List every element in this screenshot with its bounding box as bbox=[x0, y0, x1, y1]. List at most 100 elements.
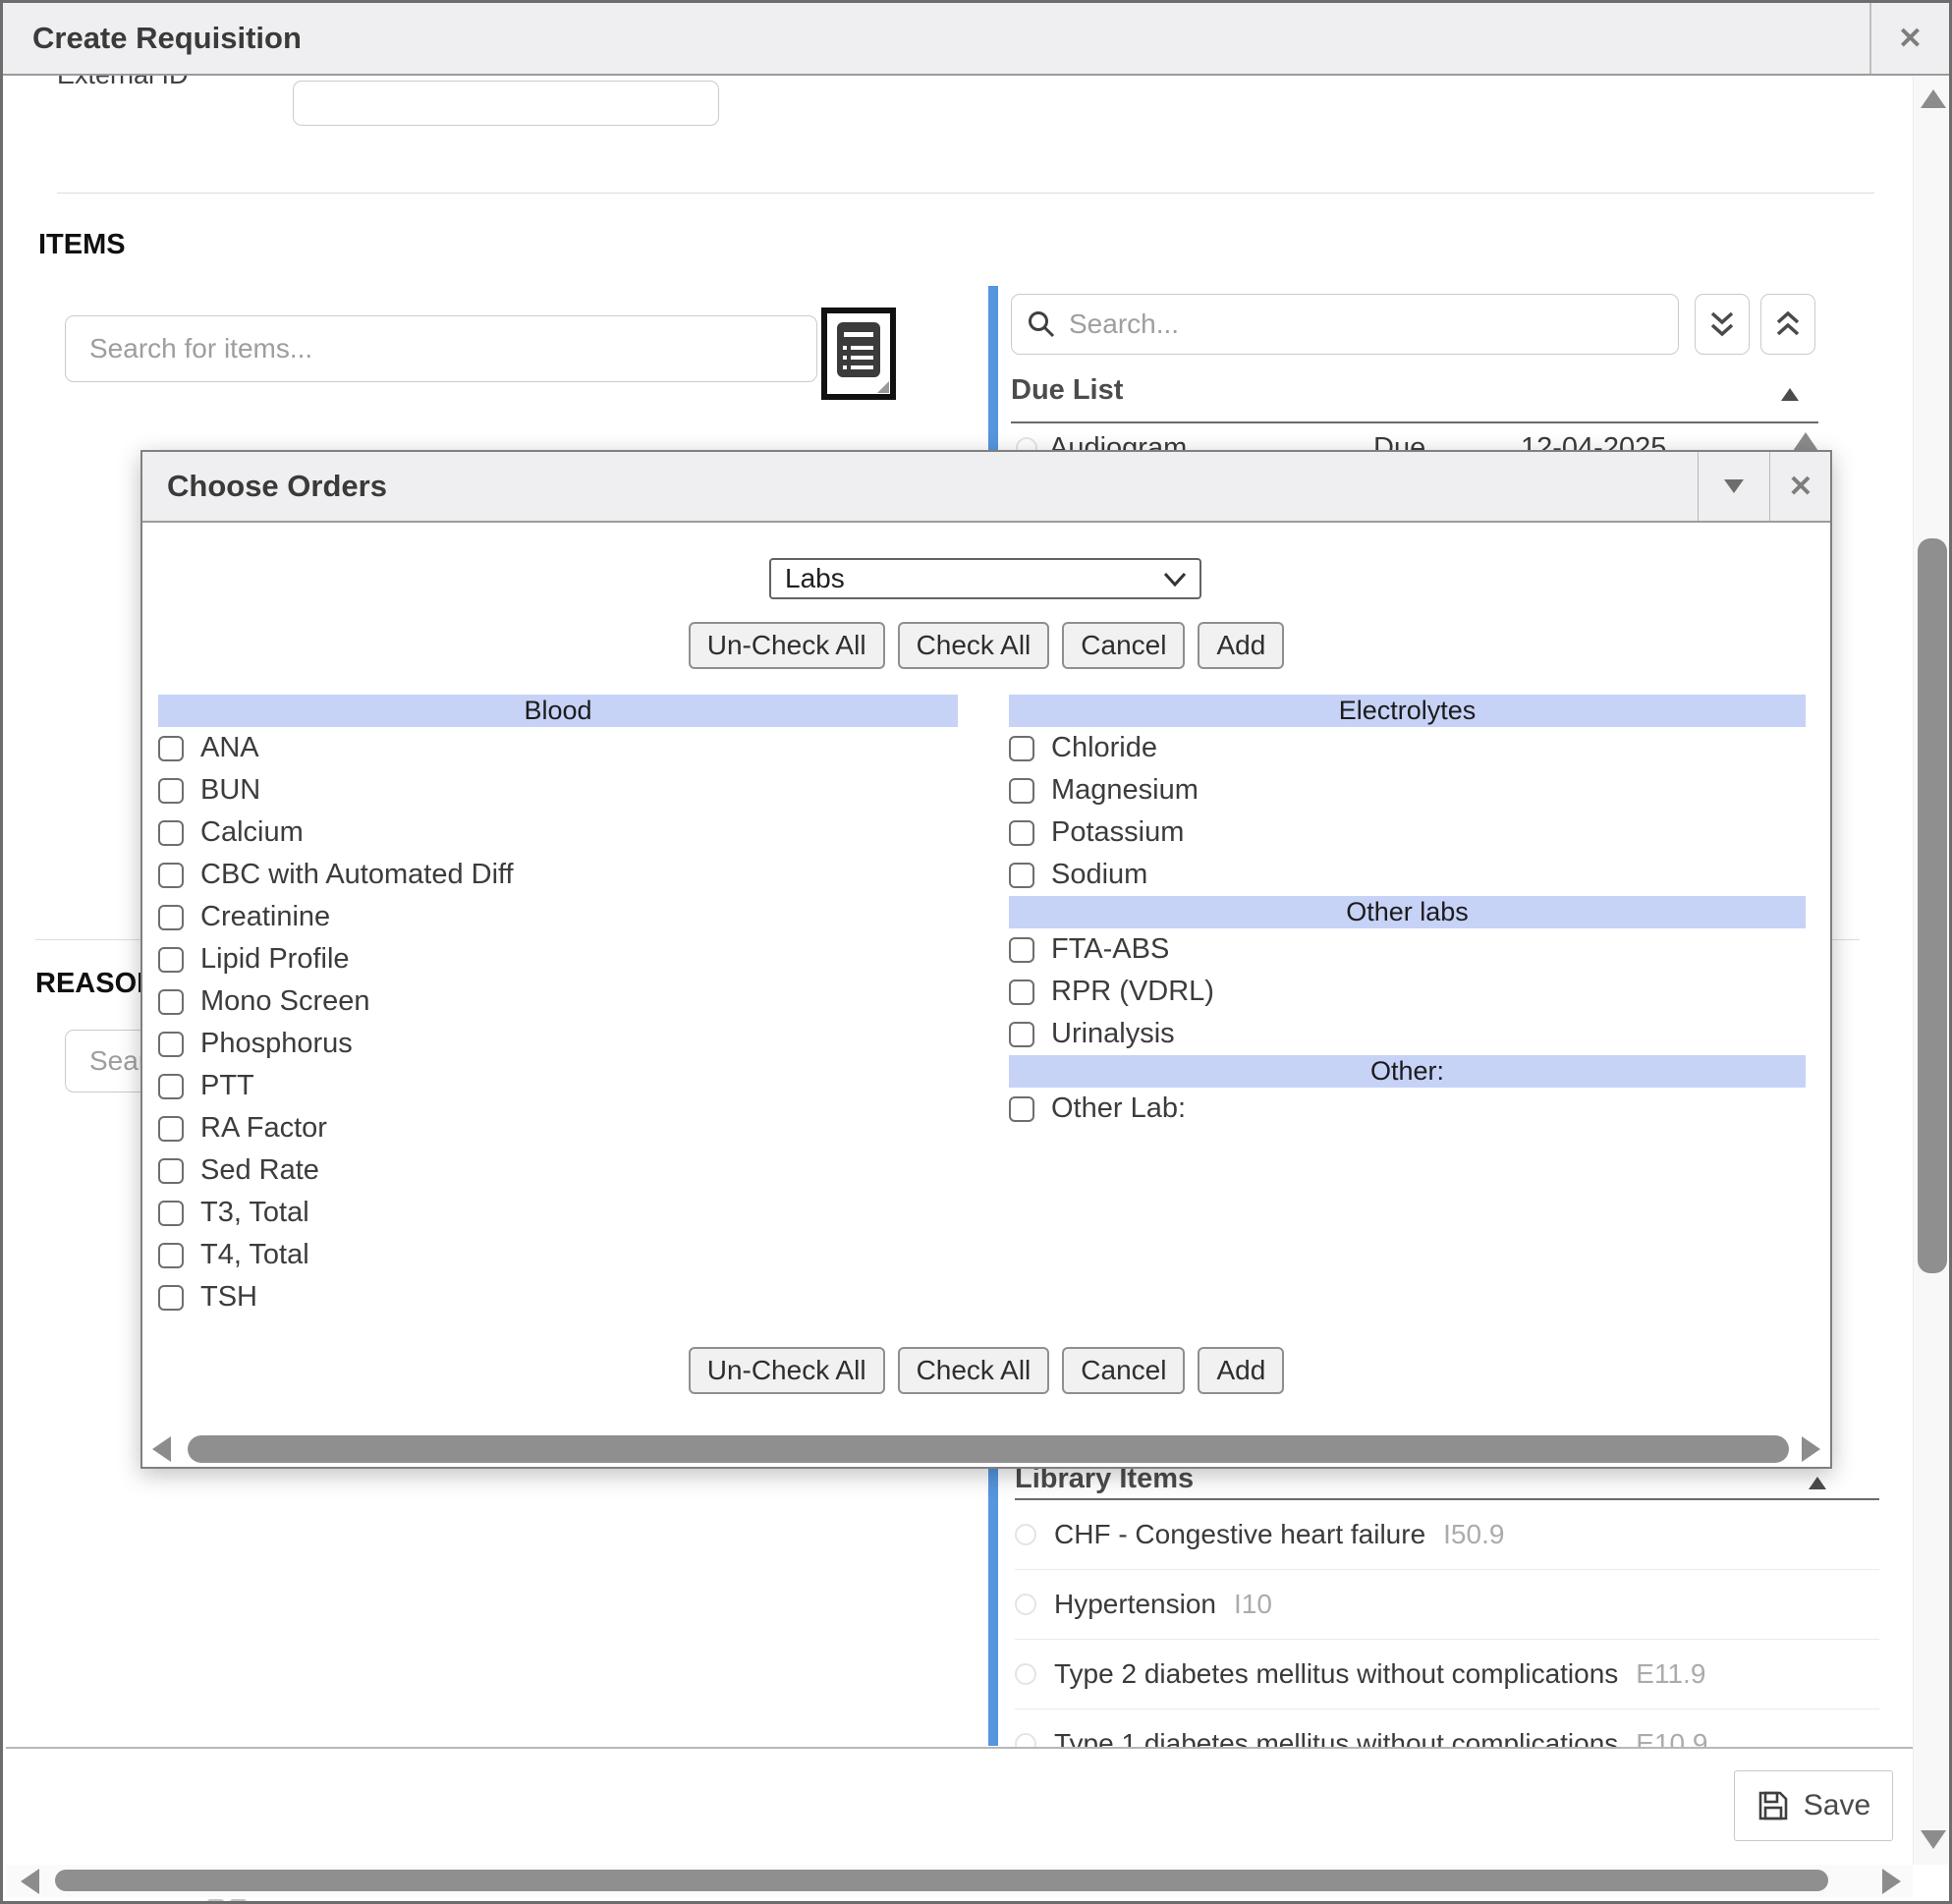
window-close-button[interactable]: ✕ bbox=[1869, 3, 1949, 74]
lab-checkbox-row-calcium[interactable]: Calcium bbox=[158, 812, 958, 854]
main-horizontal-scrollbar[interactable] bbox=[6, 1865, 1913, 1897]
lab-checkbox-row-cbc-with-automated-diff[interactable]: CBC with Automated Diff bbox=[158, 854, 958, 896]
lab-checkbox-row-sodium[interactable]: Sodium bbox=[1009, 854, 1806, 896]
checkbox[interactable] bbox=[158, 1201, 184, 1226]
checkbox[interactable] bbox=[158, 947, 184, 973]
checkbox[interactable] bbox=[158, 736, 184, 761]
checkbox-label: BUN bbox=[200, 774, 260, 807]
items-search-input[interactable] bbox=[65, 315, 817, 382]
checkbox[interactable] bbox=[158, 905, 184, 930]
modal-cancel-button[interactable]: Cancel bbox=[1062, 622, 1185, 669]
lab-checkbox-row-bun[interactable]: BUN bbox=[158, 769, 958, 812]
lab-checkbox-row-rpr-vdrl[interactable]: RPR (VDRL) bbox=[1009, 971, 1806, 1013]
lab-checkbox-row-ptt[interactable]: PTT bbox=[158, 1065, 958, 1107]
section-divider bbox=[57, 193, 1874, 194]
choose-orders-list-button[interactable] bbox=[821, 308, 896, 400]
checkbox[interactable] bbox=[158, 863, 184, 888]
checkbox[interactable] bbox=[158, 989, 184, 1015]
lab-checkbox-row-lipid-profile[interactable]: Lipid Profile bbox=[158, 938, 958, 980]
checkbox[interactable] bbox=[158, 778, 184, 804]
checkbox-label: PTT bbox=[200, 1070, 254, 1102]
modal-cancel-button[interactable]: Cancel bbox=[1062, 1347, 1185, 1394]
lab-checkbox-row-urinalysis[interactable]: Urinalysis bbox=[1009, 1013, 1806, 1055]
library-item-radio[interactable] bbox=[1015, 1524, 1036, 1545]
library-item-row[interactable]: CHF - Congestive heart failureI50.9 bbox=[1015, 1500, 1879, 1570]
clipped-checkbox bbox=[230, 1899, 247, 1904]
due-list-scroll-up-icon[interactable] bbox=[1793, 432, 1818, 451]
lab-checkbox-row-creatinine[interactable]: Creatinine bbox=[158, 896, 958, 938]
save-icon bbox=[1757, 1789, 1790, 1822]
modal-un-check-all-button[interactable]: Un-Check All bbox=[689, 622, 885, 669]
vertical-scroll-thumb[interactable] bbox=[1918, 538, 1947, 1273]
list-icon bbox=[837, 322, 880, 377]
modal-check-all-button[interactable]: Check All bbox=[898, 622, 1050, 669]
modal-add-button[interactable]: Add bbox=[1198, 622, 1284, 669]
checkbox[interactable] bbox=[158, 1032, 184, 1057]
modal-buttons-top: Un-Check All Check All Cancel Add bbox=[142, 622, 1830, 669]
checkbox[interactable] bbox=[158, 1116, 184, 1142]
modal-scroll-thumb[interactable] bbox=[188, 1435, 1789, 1463]
library-item-row[interactable]: HypertensionI10 bbox=[1015, 1570, 1879, 1640]
lab-checkbox-row-t3-total[interactable]: T3, Total bbox=[158, 1192, 958, 1234]
lab-checkbox-row-tsh[interactable]: TSH bbox=[158, 1276, 958, 1318]
lab-checkbox-row-other-lab[interactable]: Other Lab: bbox=[1009, 1088, 1806, 1130]
modal-horizontal-scrollbar[interactable] bbox=[146, 1432, 1826, 1466]
scroll-down-arrow[interactable] bbox=[1921, 1830, 1946, 1849]
external-id-field[interactable] bbox=[293, 81, 719, 126]
lab-checkbox-row-sed-rate[interactable]: Sed Rate bbox=[158, 1149, 958, 1192]
checkbox[interactable] bbox=[158, 820, 184, 846]
horizontal-scroll-thumb[interactable] bbox=[55, 1870, 1828, 1891]
checkbox[interactable] bbox=[1009, 778, 1034, 804]
choose-orders-modal: Choose Orders ✕ Labs Un-Check AllCheck A… bbox=[140, 450, 1832, 1469]
checkbox[interactable] bbox=[158, 1074, 184, 1099]
lab-checkbox-row-chloride[interactable]: Chloride bbox=[1009, 727, 1806, 769]
clipped-item-label: TB Skin Test Interpretation/Reading bbox=[253, 1897, 672, 1904]
expand-all-button[interactable] bbox=[1695, 294, 1750, 355]
checkbox-label: Phosphorus bbox=[200, 1028, 353, 1060]
modal-close-button[interactable]: ✕ bbox=[1769, 452, 1831, 521]
modal-minimize-button[interactable] bbox=[1698, 452, 1769, 521]
lab-checkbox-row-ra-factor[interactable]: RA Factor bbox=[158, 1107, 958, 1149]
main-vertical-scrollbar[interactable] bbox=[1913, 76, 1952, 1865]
save-button-label: Save bbox=[1804, 1789, 1870, 1822]
lab-checkbox-row-potassium[interactable]: Potassium bbox=[1009, 812, 1806, 854]
modal-add-button[interactable]: Add bbox=[1198, 1347, 1284, 1394]
due-list-collapse-caret[interactable] bbox=[1781, 388, 1799, 401]
lab-checkbox-row-ana[interactable]: ANA bbox=[158, 727, 958, 769]
checkbox[interactable] bbox=[1009, 1096, 1034, 1122]
modal-check-all-button[interactable]: Check All bbox=[898, 1347, 1050, 1394]
checkbox[interactable] bbox=[158, 1243, 184, 1268]
checkbox[interactable] bbox=[158, 1158, 184, 1184]
create-requisition-window: External ID ITEMS Due List bbox=[0, 0, 1952, 1904]
close-icon: ✕ bbox=[1898, 22, 1923, 56]
checkbox[interactable] bbox=[1009, 863, 1034, 888]
checkbox[interactable] bbox=[1009, 736, 1034, 761]
scroll-up-arrow[interactable] bbox=[1921, 89, 1946, 108]
panel-search-input[interactable] bbox=[1011, 294, 1679, 355]
checkbox[interactable] bbox=[158, 1285, 184, 1311]
modal-scroll-left-arrow[interactable] bbox=[152, 1436, 171, 1462]
library-item-radio[interactable] bbox=[1015, 1594, 1036, 1615]
scroll-right-arrow[interactable] bbox=[1882, 1869, 1901, 1894]
scroll-left-arrow[interactable] bbox=[21, 1869, 39, 1894]
collapse-all-button[interactable] bbox=[1760, 294, 1815, 355]
modal-un-check-all-button[interactable]: Un-Check All bbox=[689, 1347, 885, 1394]
lab-checkbox-row-magnesium[interactable]: Magnesium bbox=[1009, 769, 1806, 812]
lab-checkbox-row-mono-screen[interactable]: Mono Screen bbox=[158, 980, 958, 1023]
checkbox[interactable] bbox=[1009, 937, 1034, 963]
lab-checkbox-row-phosphorus[interactable]: Phosphorus bbox=[158, 1023, 958, 1065]
checkbox[interactable] bbox=[1009, 820, 1034, 846]
save-button[interactable]: Save bbox=[1734, 1770, 1893, 1841]
order-category-select[interactable]: Labs bbox=[769, 558, 1201, 599]
library-item-row[interactable]: Type 2 diabetes mellitus without complic… bbox=[1015, 1640, 1879, 1709]
library-item-radio[interactable] bbox=[1015, 1663, 1036, 1685]
checkbox[interactable] bbox=[1009, 1022, 1034, 1047]
modal-scroll-right-arrow[interactable] bbox=[1802, 1436, 1820, 1462]
checkbox[interactable] bbox=[1009, 980, 1034, 1005]
checkbox-label: T3, Total bbox=[200, 1197, 309, 1229]
library-collapse-caret[interactable] bbox=[1809, 1477, 1826, 1489]
order-groups-right: ElectrolytesChlorideMagnesiumPotassiumSo… bbox=[1009, 695, 1806, 1130]
lab-checkbox-row-t4-total[interactable]: T4, Total bbox=[158, 1234, 958, 1276]
lab-checkbox-row-fta-abs[interactable]: FTA-ABS bbox=[1009, 928, 1806, 971]
checkbox-label: Magnesium bbox=[1051, 774, 1199, 807]
